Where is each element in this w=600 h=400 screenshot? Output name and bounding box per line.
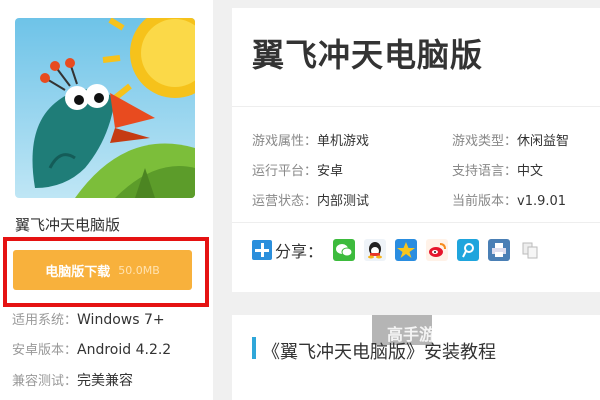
attr-value: 中文 [517, 164, 544, 179]
attr-value: 安卓 [317, 164, 344, 179]
spec-value: Windows 7+ [77, 312, 165, 328]
share-plus-icon[interactable] [252, 240, 272, 260]
attr-version: 当前版本：v1.9.01 [452, 190, 566, 209]
attr-key: 游戏属性： [252, 134, 318, 149]
attr-key: 支持语言： [452, 164, 518, 179]
spec-row-system: 适用系统：Windows 7+ [12, 309, 165, 328]
page-title: 翼飞冲天电脑版 [252, 36, 484, 74]
attr-key: 游戏类型： [452, 134, 518, 149]
attr-value[interactable]: 单机游戏 [317, 134, 369, 149]
spec-value: Android 4.2.2 [77, 342, 172, 358]
spec-row-android: 安卓版本：Android 4.2.2 [12, 339, 171, 358]
tutorial-card: 高手游 《翼飞冲天电脑版》安装教程 [232, 315, 600, 400]
tencent-weibo-icon[interactable] [457, 239, 480, 261]
attr-language: 支持语言：中文 [452, 160, 543, 179]
title-divider [232, 106, 600, 107]
copy-icon[interactable] [519, 239, 542, 261]
attr-game-property: 游戏属性：单机游戏 [252, 130, 369, 149]
spec-value: 完美兼容 [77, 373, 134, 389]
wechat-icon[interactable] [333, 239, 356, 261]
tutorial-accent-bar [252, 337, 256, 359]
share-label: 分享： [275, 242, 324, 261]
app-icon-art [15, 18, 195, 198]
attr-key: 运营状态： [252, 194, 318, 209]
qzone-icon[interactable] [395, 239, 418, 261]
attr-status: 运营状态：内部测试 [252, 190, 369, 209]
attr-game-type: 游戏类型：休闲益智 [452, 130, 569, 149]
qq-icon[interactable] [364, 239, 387, 261]
app-summary-card: 翼飞冲天电脑版 电脑版下载 50.0MB 适用系统：Windows 7+ 安卓版… [0, 0, 213, 400]
spec-key: 兼容测试： [12, 374, 78, 389]
app-name: 翼飞冲天电脑版 [15, 216, 121, 234]
download-button[interactable]: 电脑版下载 50.0MB [13, 250, 192, 290]
app-icon-image[interactable] [15, 18, 195, 198]
spec-key: 安卓版本： [12, 343, 78, 358]
attr-value[interactable]: 休闲益智 [517, 134, 569, 149]
attr-platform: 运行平台：安卓 [252, 160, 343, 179]
download-button-label: 电脑版下载 [45, 264, 111, 280]
tutorial-title[interactable]: 《翼飞冲天电脑版》安装教程 [262, 338, 496, 364]
attr-key: 运行平台： [252, 164, 318, 179]
weibo-icon[interactable] [426, 239, 449, 261]
share-bar: 分享： [252, 238, 550, 262]
attr-key: 当前版本： [452, 194, 518, 209]
spec-row-compat: 兼容测试：完美兼容 [12, 370, 133, 390]
attr-value: 内部测试 [317, 194, 370, 209]
app-detail-card: 翼飞冲天电脑版 游戏属性：单机游戏 游戏类型：休闲益智 运行平台：安卓 支持语言… [232, 8, 600, 292]
attr-divider [232, 222, 600, 223]
spec-key: 适用系统： [12, 313, 78, 328]
download-size: 50.0MB [118, 263, 160, 277]
attr-value: v1.9.01 [517, 194, 567, 209]
print-icon[interactable] [488, 239, 511, 261]
